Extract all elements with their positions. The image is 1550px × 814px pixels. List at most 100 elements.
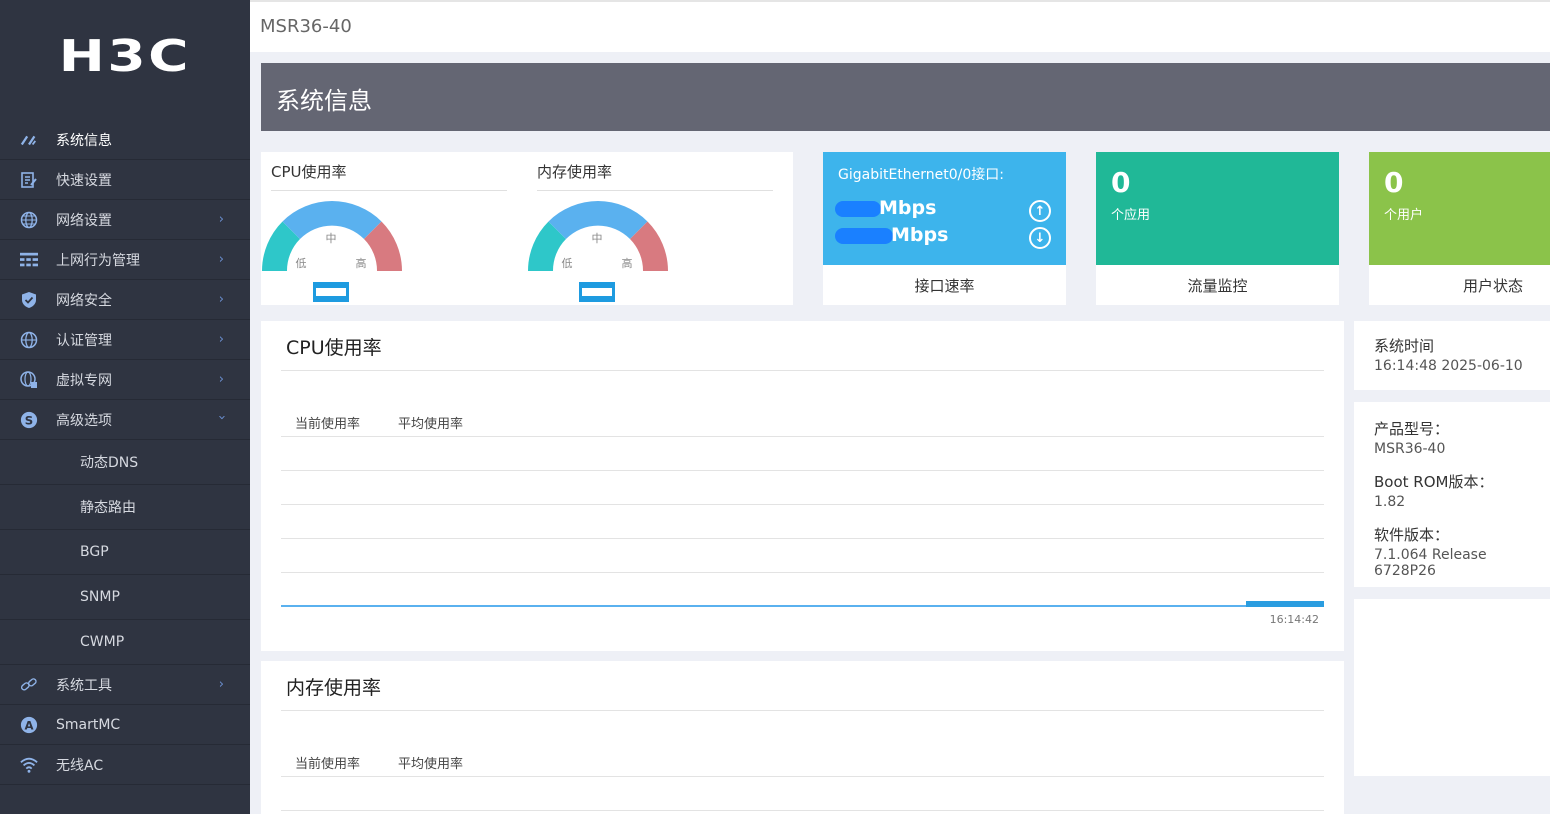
cpu-chart-title: CPU使用率 [286,337,382,359]
interface-rate-card[interactable]: GigabitEthernet0/0接口: Mbps Mbps ↑ ↓ 接口速率 [823,152,1066,305]
divider [271,190,507,191]
chevron-down-icon: › [213,414,229,421]
download-rate: Mbps [835,224,948,246]
device-name: MSR36-40 [260,16,352,37]
redacted-value [835,227,893,244]
memory-gauge-title: 内存使用率 [537,163,613,181]
redacted-value [835,200,881,217]
upload-rate: Mbps [835,197,936,219]
traffic-monitor-card[interactable]: 0 个应用 流量监控 [1096,152,1339,305]
link-icon [20,676,38,694]
model-value: MSR36-40 [1374,441,1446,457]
sidebar-item-label: 上网行为管理 [56,252,140,269]
legend-average-usage[interactable]: 平均使用率 [398,753,463,772]
grid-line [281,538,1324,539]
cpu-gauge-dial: 中 低 高 [262,200,402,271]
sidebar-item-advanced-options[interactable]: S 高级选项 › [0,400,250,440]
sidebar-item-label: SmartMC [56,716,121,733]
sidebar-item-system-info[interactable]: 系统信息 [0,120,250,160]
users-panel: 0 个用户 [1369,152,1550,265]
download-arrow-icon: ↓ [1029,227,1051,249]
grid-line [281,776,1324,777]
gauge-high-label: 高 [622,256,633,270]
edit-document-icon [20,171,38,189]
sidebar-item-quick-setup[interactable]: 快速设置 [0,160,250,200]
cpu-usage-chart-card: CPU使用率 当前使用率 平均使用率 16:14:42 [261,321,1344,651]
sidebar-item-label: 系统信息 [56,132,112,149]
legend-average-usage[interactable]: 平均使用率 [398,413,463,432]
gauge-low-label: 低 [562,257,573,270]
wifi-icon [20,756,38,774]
sidebar-item-label: 网络安全 [56,292,112,309]
user-status-card[interactable]: 0 个用户 用户状态 [1369,152,1550,305]
apps-panel: 0 个应用 [1096,152,1339,265]
sidebar-item-label: 高级选项 [56,412,112,429]
sidebar-subitem-static-route[interactable]: 静态路由 [0,485,250,530]
sidebar-item-label: 系统工具 [56,677,112,694]
memory-gauge-value-box [579,282,615,302]
sidebar-subitem-snmp[interactable]: SNMP [0,575,250,620]
grid-line [281,436,1324,437]
memory-usage-chart-card: 内存使用率 当前使用率 平均使用率 [261,661,1344,814]
interface-rate-panel: GigabitEthernet0/0接口: Mbps Mbps ↑ ↓ [823,152,1066,265]
sidebar-item-behavior-management[interactable]: 上网行为管理 › [0,240,250,280]
page-title: 系统信息 [276,87,372,115]
sidebar-item-vpn[interactable]: 虚拟专网 › [0,360,250,400]
grid-icon [20,251,38,269]
s-circle-icon: S [20,411,38,429]
chevron-right-icon: › [218,677,224,692]
sidebar-item-label: 无线AC [56,757,104,774]
h3c-logo: H3C [58,30,192,82]
sidebar-item-wireless-ac[interactable]: 无线AC [0,745,250,785]
sidebar-item-network-settings[interactable]: 网络设置 › [0,200,250,240]
globe-icon [20,331,38,349]
sidebar-subitem-cwmp[interactable]: CWMP [0,620,250,665]
grid-line [281,504,1324,505]
sidebar-item-network-security[interactable]: 网络安全 › [0,280,250,320]
divider [281,370,1324,371]
software-version-value: 7.1.064 Release 6728P26 [1374,547,1487,579]
sidebar: H3C 系统信息 快速设置 网络设置 › 上网行为管理 › 网络安全 › 认证管… [0,0,250,814]
sidebar-item-system-tools[interactable]: 系统工具 › [0,665,250,705]
download-unit: Mbps [891,224,949,246]
app-count-label: 个应用 [1111,208,1151,223]
sidebar-item-auth-management[interactable]: 认证管理 › [0,320,250,360]
interface-rate-footer[interactable]: 接口速率 [823,265,1066,305]
sidebar-item-label: 虚拟专网 [56,372,112,389]
chevron-right-icon: › [218,292,224,307]
cpu-gauge-value-box [313,282,349,302]
sidebar-subitem-bgp[interactable]: BGP [0,530,250,575]
sidebar-item-label: 快速设置 [56,172,112,189]
chevron-right-icon: › [218,252,224,267]
upload-arrow-icon: ↑ [1029,200,1051,222]
svg-text:S: S [25,413,33,427]
user-status-footer[interactable]: 用户状态 [1369,265,1550,305]
legend-current-usage[interactable]: 当前使用率 [295,413,360,432]
system-time-value: 16:14:48 2025-06-10 [1374,358,1523,374]
cpu-gauge-title: CPU使用率 [271,163,347,181]
shield-icon [20,291,38,309]
system-time-card: 系统时间 16:14:48 2025-06-10 [1354,321,1550,390]
divider [281,710,1324,711]
upload-unit: Mbps [879,197,937,219]
logo-area: H3C [0,0,250,120]
a-circle-icon: A [20,716,38,734]
top-bar: MSR36-40 [250,0,1550,52]
svg-text:A: A [24,718,33,732]
sidebar-subitem-ddns[interactable]: 动态DNS [0,440,250,485]
legend-current-usage[interactable]: 当前使用率 [295,753,360,772]
software-version-label: 软件版本： [1374,526,1450,544]
page-header: 系统信息 [261,63,1550,131]
boot-rom-label: Boot ROM版本： [1374,473,1494,491]
memory-chart-title: 内存使用率 [286,677,382,699]
chevron-right-icon: › [218,372,224,387]
model-label: 产品型号： [1374,420,1450,438]
grid-line [281,470,1324,471]
memory-gauge-dial: 中 低 高 [528,200,668,271]
sidebar-item-label: 网络设置 [56,212,112,229]
traffic-monitor-footer[interactable]: 流量监控 [1096,265,1339,305]
divider [537,190,773,191]
gauge-high-label: 高 [356,256,367,270]
sidebar-item-smartmc[interactable]: A SmartMC [0,705,250,745]
x-axis-time-label: 16:14:42 [1269,613,1319,626]
